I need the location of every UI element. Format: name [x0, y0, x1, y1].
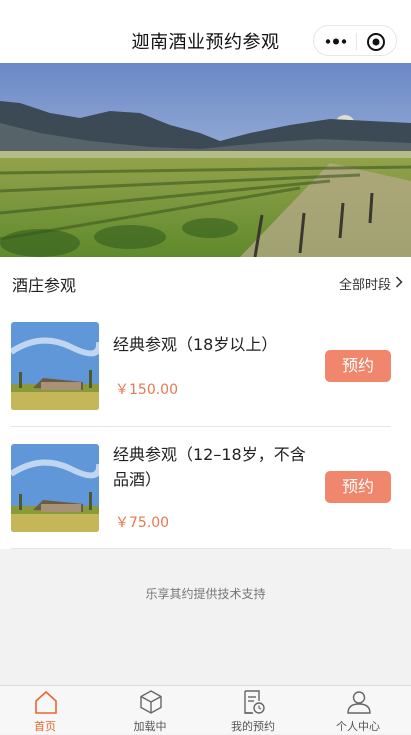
item-divider — [11, 426, 391, 427]
capsule-divider — [356, 33, 357, 50]
tour-name: 经典参观（18岁以上） — [113, 335, 278, 354]
vineyard-banner[interactable] — [0, 63, 411, 257]
winery-thumbnail — [11, 444, 99, 532]
navigation-bar: 迦南酒业预约参观 — [0, 0, 411, 63]
tour-price: ￥75.00 — [115, 515, 170, 531]
tech-support-text: 乐享其约提供技术支持 — [145, 587, 266, 601]
miniprogram-capsule — [313, 25, 397, 56]
tab-home-label: 首页 — [34, 720, 56, 733]
tab-my-bookings-label: 我的预约 — [231, 720, 275, 733]
reserve-button[interactable]: 预约 — [325, 350, 391, 382]
list-item[interactable]: 经典参观（12–18岁，不含品酒） ￥75.00 预约 — [0, 441, 411, 563]
tab-my-bookings[interactable]: 我的预约 — [202, 686, 304, 735]
home-icon — [35, 690, 57, 714]
vineyard-image — [0, 63, 411, 257]
booking-icon — [244, 690, 265, 714]
tab-loading[interactable]: 加载中 — [99, 686, 201, 735]
more-icon[interactable] — [324, 33, 348, 50]
item-divider — [11, 548, 391, 549]
list-item[interactable]: 经典参观（18岁以上） ￥150.00 预约 — [0, 319, 411, 441]
cube-icon — [140, 690, 162, 714]
all-timeslots-label: 全部时段 — [338, 278, 391, 293]
close-miniprogram-icon[interactable] — [366, 32, 386, 52]
chevron-right-icon — [395, 276, 403, 288]
section-title: 酒庄参观 — [12, 276, 77, 295]
tab-profile-label: 个人中心 — [336, 720, 380, 733]
all-timeslots-link[interactable]: 全部时段 — [338, 274, 403, 293]
tab-profile[interactable]: 个人中心 — [307, 686, 409, 735]
tour-name: 经典参观（12–18岁，不含品酒） — [113, 445, 306, 489]
tab-loading-label: 加载中 — [133, 720, 167, 733]
tab-bar: 首页 加载中 我的预约 个人中心 — [0, 685, 411, 734]
tab-home[interactable]: 首页 — [0, 686, 96, 735]
winery-thumbnail — [11, 322, 99, 410]
tour-price: ￥150.00 — [115, 382, 178, 398]
tour-list-card: 酒庄参观 全部时段 经典参观（18岁以上） ￥150.00 预约 经典参观（12… — [0, 257, 411, 549]
reserve-button[interactable]: 预约 — [325, 471, 391, 503]
user-icon — [347, 691, 371, 714]
